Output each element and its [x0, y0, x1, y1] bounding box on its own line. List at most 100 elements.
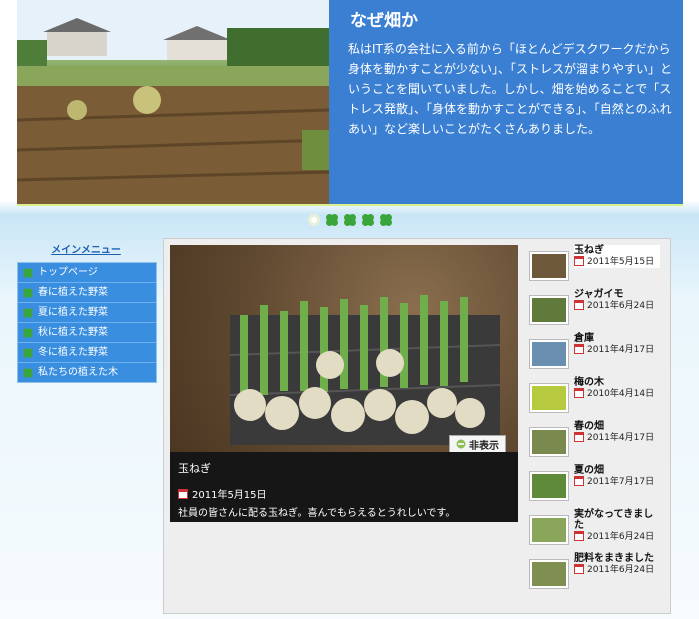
menu-title[interactable]: メインメニュー — [17, 241, 155, 256]
caption-date: 2011年5月15日 — [178, 486, 267, 501]
slider-dots — [307, 213, 393, 227]
thumbnail-date: 2011年4月17日 — [574, 344, 660, 356]
clover-icon — [23, 327, 33, 338]
calendar-icon — [574, 388, 584, 398]
caption-description: 社員の皆さんに配る玉ねぎ。喜んでもらえるとうれしいです。 — [178, 508, 456, 519]
clover-icon — [23, 347, 33, 358]
clover-dot[interactable] — [343, 213, 357, 227]
thumbnail-item[interactable]: 梅の木 2010年4月14日 — [530, 377, 662, 418]
thumbnail-date: 2011年4月17日 — [574, 432, 660, 444]
main-menu: トップページ 春に植えた野菜 夏に植えた野菜 秋に植えた野菜 冬に植えた野菜 私… — [17, 262, 157, 383]
minus-circle-icon — [456, 439, 466, 449]
calendar-icon — [178, 488, 188, 499]
thumbnail-item[interactable]: 肥料をまきました 2011年6月24日 — [530, 553, 662, 594]
calendar-icon — [574, 432, 584, 442]
thumbnail-date: 2010年4月14日 — [574, 388, 660, 400]
header-body: 私はIT系の会社に入る前から「ほとんどデスクワークだから身体を動かすことが少ない… — [348, 42, 673, 136]
thumbnail-item[interactable]: 春の畑 2011年4月17日 — [530, 421, 662, 462]
hide-label: 非表示 — [469, 440, 499, 452]
thumbnail-info: 肥料をまきました 2011年6月24日 — [574, 553, 660, 576]
onion-photo[interactable]: 非表示 — [170, 245, 518, 452]
clover-icon — [23, 307, 33, 318]
thumbnail-item[interactable]: 玉ねぎ 2011年5月15日 — [530, 245, 662, 286]
calendar-icon — [574, 531, 584, 541]
menu-item-label: 秋に植えた野菜 — [38, 327, 108, 338]
thumbnail-date: 2011年7月17日 — [574, 476, 660, 488]
thumbnail-image[interactable] — [530, 516, 568, 544]
thumbnail-info: 玉ねぎ 2011年5月15日 — [574, 245, 660, 268]
thumbnail-info: 梅の木 2010年4月14日 — [574, 377, 660, 400]
thumbnail-image[interactable] — [530, 428, 568, 456]
header-text: なぜ畑か 私はIT系の会社に入る前から「ほとんどデスクワークだから身体を動かすこ… — [348, 0, 678, 139]
clover-dot[interactable] — [361, 213, 375, 227]
clover-dot-active[interactable] — [307, 213, 321, 227]
hide-caption-button[interactable]: 非表示 — [449, 435, 506, 452]
thumbnail-title[interactable]: 夏の畑 — [574, 465, 660, 476]
menu-item-spring[interactable]: 春に植えた野菜 — [18, 283, 156, 303]
thumbnail-info: 春の畑 2011年4月17日 — [574, 421, 660, 444]
calendar-icon — [574, 344, 584, 354]
header-divider — [17, 204, 683, 206]
thumbnail-item[interactable]: 倉庫 2011年4月17日 — [530, 333, 662, 374]
thumbnail-title[interactable]: 玉ねぎ — [574, 245, 660, 256]
thumbnail-date-text: 2011年7月17日 — [587, 477, 655, 487]
thumbnail-image[interactable] — [530, 340, 568, 368]
menu-item-label: 春に植えた野菜 — [38, 287, 108, 298]
thumbnail-list: 玉ねぎ 2011年5月15日 ジャガイモ 2011年6月24日 倉庫 2011年4月1… — [530, 245, 662, 597]
thumbnail-item[interactable]: 夏の畑 2011年7月17日 — [530, 465, 662, 506]
calendar-icon — [574, 256, 584, 266]
thumbnail-title[interactable]: ジャガイモ — [574, 289, 660, 300]
menu-item-label: 夏に植えた野菜 — [38, 307, 108, 318]
thumbnail-date: 2011年6月24日 — [574, 531, 660, 543]
calendar-icon — [574, 564, 584, 574]
thumbnail-date: 2011年5月15日 — [574, 256, 660, 268]
menu-item-autumn[interactable]: 秋に植えた野菜 — [18, 323, 156, 343]
thumbnail-image[interactable] — [530, 560, 568, 588]
thumbnail-info: 夏の畑 2011年7月17日 — [574, 465, 660, 488]
featured-slide: 非表示 玉ねぎ 2011年5月15日 社員の皆さんに配る玉ねぎ。喜んでもらえると… — [170, 245, 518, 522]
thumbnail-date: 2011年6月24日 — [574, 300, 660, 312]
thumbnail-date: 2011年6月24日 — [574, 564, 660, 576]
header-title: なぜ畑か — [350, 11, 418, 31]
menu-item-trees[interactable]: 私たちの植えた木 — [18, 363, 156, 382]
calendar-icon — [574, 476, 584, 486]
thumbnail-info: 倉庫 2011年4月17日 — [574, 333, 660, 356]
clover-dot[interactable] — [379, 213, 393, 227]
clover-icon — [23, 287, 33, 298]
thumbnail-title[interactable]: 倉庫 — [574, 333, 660, 344]
clover-dot[interactable] — [325, 213, 339, 227]
thumbnail-title[interactable]: 肥料をまきました — [574, 553, 660, 564]
thumbnail-info: 実がなってきました 2011年6月24日 — [574, 509, 660, 543]
thumbnail-date-text: 2011年6月24日 — [587, 301, 655, 311]
menu-item-top[interactable]: トップページ — [18, 263, 156, 283]
thumbnail-title[interactable]: 実がなってきました — [574, 509, 660, 531]
slide-caption: 玉ねぎ 2011年5月15日 社員の皆さんに配る玉ねぎ。喜んでもらえるとうれしい… — [170, 452, 518, 522]
thumbnail-title[interactable]: 春の畑 — [574, 421, 660, 432]
thumbnail-image[interactable] — [530, 252, 568, 280]
thumbnail-date-text: 2011年5月15日 — [587, 257, 655, 267]
header-banner: なぜ畑か 私はIT系の会社に入る前から「ほとんどデスクワークだから身体を動かすこ… — [17, 0, 683, 204]
caption-title: 玉ねぎ — [178, 462, 211, 475]
gallery-panel: 非表示 玉ねぎ 2011年5月15日 社員の皆さんに配る玉ねぎ。喜んでもらえると… — [163, 238, 671, 614]
calendar-icon — [574, 300, 584, 310]
header-field-photo — [17, 0, 329, 204]
menu-item-label: 私たちの植えた木 — [38, 367, 118, 378]
thumbnail-info: ジャガイモ 2011年6月24日 — [574, 289, 660, 312]
thumbnail-image[interactable] — [530, 296, 568, 324]
thumbnail-title[interactable]: 梅の木 — [574, 377, 660, 388]
thumbnail-date-text: 2011年6月24日 — [587, 565, 655, 575]
caption-date-text: 2011年5月15日 — [192, 490, 267, 501]
thumbnail-date-text: 2011年4月17日 — [587, 345, 655, 355]
thumbnail-image[interactable] — [530, 384, 568, 412]
menu-item-winter[interactable]: 冬に植えた野菜 — [18, 343, 156, 363]
menu-item-label: 冬に植えた野菜 — [38, 347, 108, 358]
thumbnail-image[interactable] — [530, 472, 568, 500]
clover-icon — [23, 267, 33, 278]
thumbnail-date-text: 2010年4月14日 — [587, 389, 655, 399]
menu-item-label: トップページ — [38, 267, 98, 278]
thumbnail-date-text: 2011年4月17日 — [587, 433, 655, 443]
clover-icon — [23, 367, 33, 378]
menu-item-summer[interactable]: 夏に植えた野菜 — [18, 303, 156, 323]
thumbnail-item[interactable]: ジャガイモ 2011年6月24日 — [530, 289, 662, 330]
thumbnail-item[interactable]: 実がなってきました 2011年6月24日 — [530, 509, 662, 550]
